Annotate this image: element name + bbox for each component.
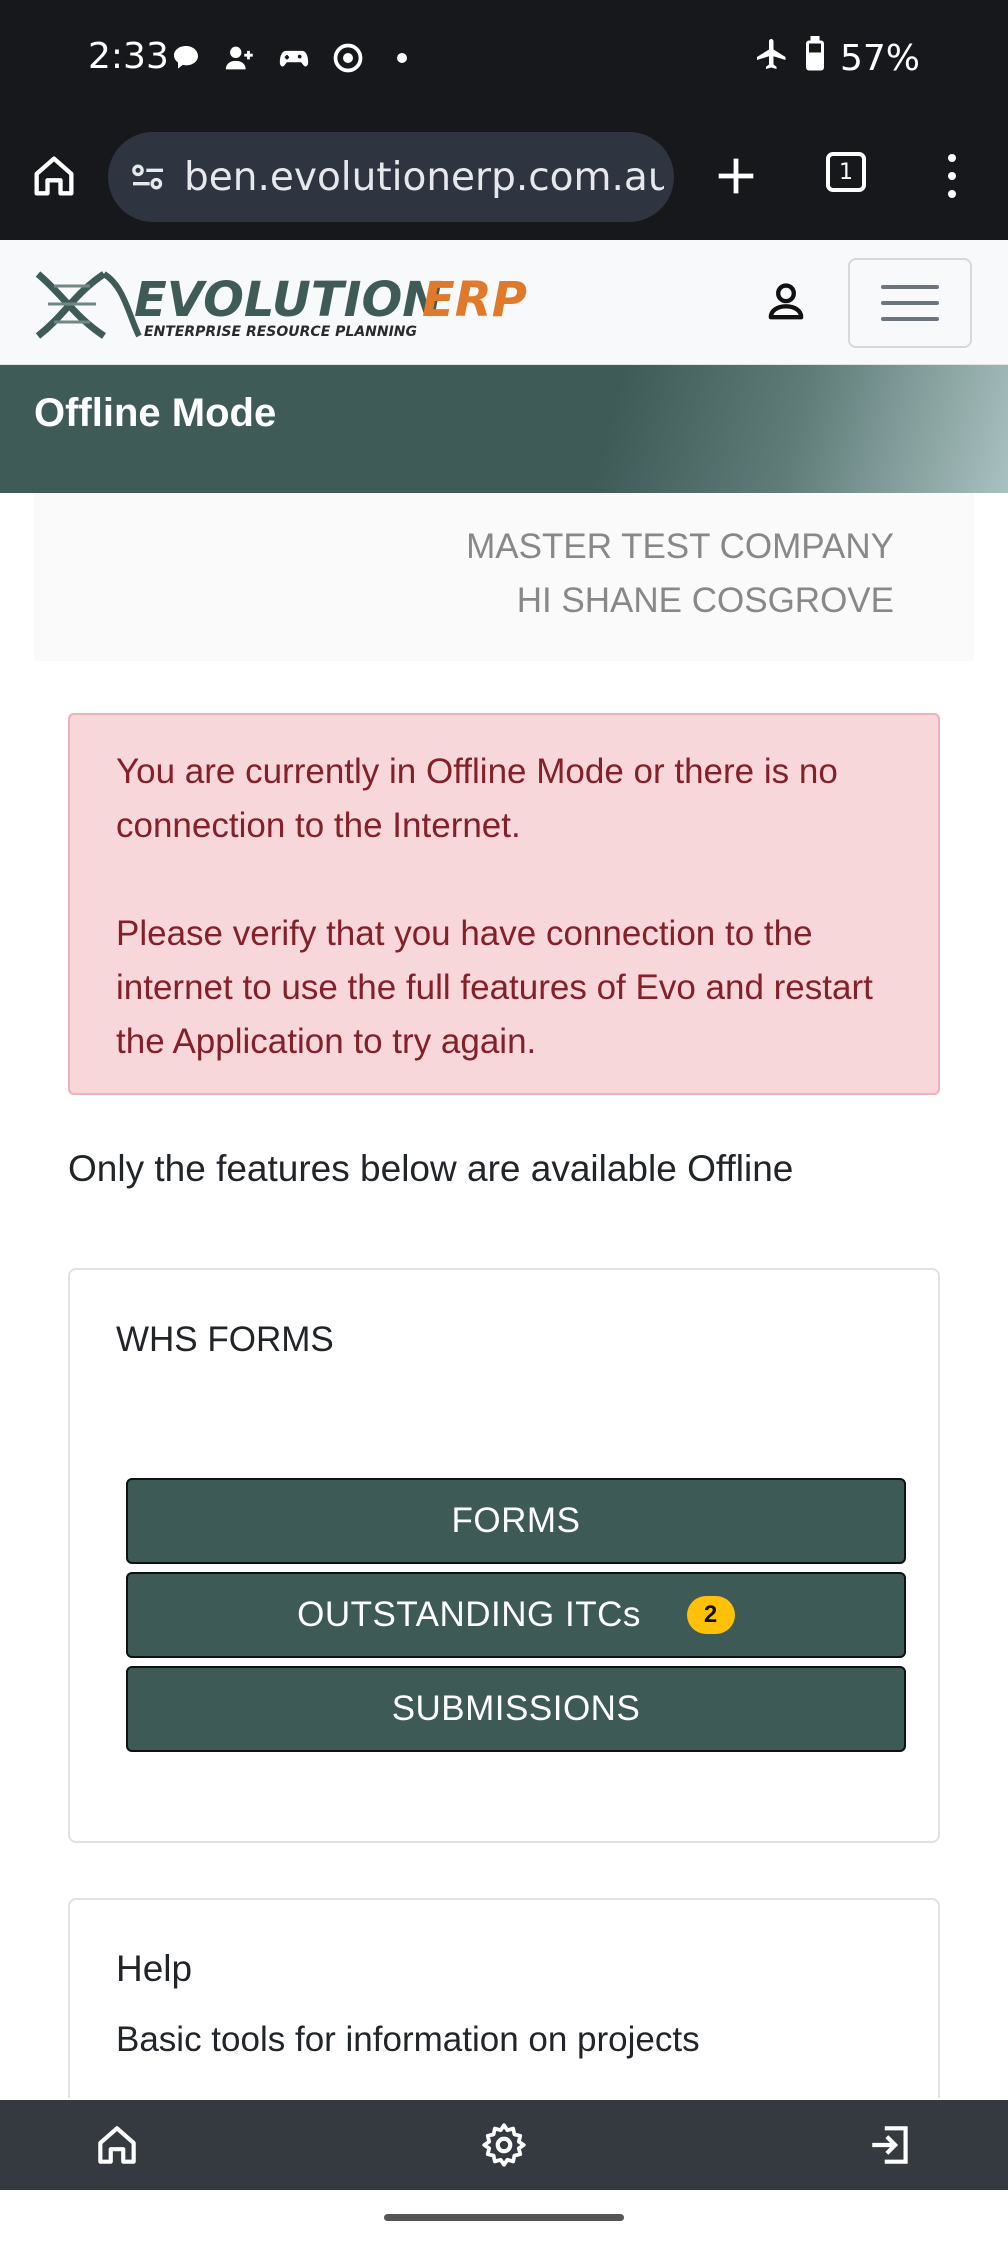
submissions-button[interactable]: SUBMISSIONS (126, 1666, 906, 1752)
alert-message-1: You are currently in Offline Mode or the… (116, 752, 838, 845)
user-account-icon[interactable] (760, 276, 812, 328)
logo-main-text: EVOLUTION (134, 272, 442, 328)
status-bar: 2:33 57% (0, 0, 1008, 112)
home-icon[interactable] (28, 150, 80, 202)
bottom-navigation (0, 2100, 1008, 2190)
card-description: Basic tools for information on projects (116, 2020, 700, 2059)
outstanding-itcs-button[interactable]: OUTSTANDING ITCs 2 (126, 1572, 906, 1658)
gesture-area (0, 2190, 1008, 2244)
evolution-erp-logo[interactable]: EVOLUTION ERP ENTERPRISE RESOURCE PLANNI… (34, 266, 534, 342)
logo-tagline-text: ENTERPRISE RESOURCE PLANNING (144, 324, 417, 340)
alert-message-2: Please verify that you have connection t… (116, 914, 873, 1061)
browser-toolbar: ben.evolutionerp.com.au/ 1 (0, 112, 1008, 240)
more-vert-icon[interactable] (940, 148, 964, 204)
logo-accent-text: ERP (422, 272, 527, 328)
hamburger-line (881, 317, 939, 321)
card-title: WHS FORMS (116, 1320, 334, 1359)
page-title: Offline Mode (34, 391, 277, 435)
gamepad-icon (276, 40, 312, 76)
tune-icon[interactable] (128, 157, 168, 197)
logout-icon[interactable] (866, 2120, 916, 2170)
button-label: OUTSTANDING ITCs (297, 1595, 641, 1634)
offline-alert: You are currently in Offline Mode or the… (68, 713, 940, 1095)
battery-icon (804, 36, 826, 81)
airplane-icon (754, 36, 790, 81)
card-title: Help (116, 1948, 193, 1989)
battery-percent: 57% (839, 38, 920, 79)
section-heading: Only the features below are available Of… (68, 1148, 794, 1189)
status-notification-icons (168, 40, 420, 76)
company-name: MASTER TEST COMPANY (466, 527, 894, 566)
whs-forms-card: WHS FORMS FORMS OUTSTANDING ITCs 2 SUBMI… (68, 1268, 940, 1843)
button-label: SUBMISSIONS (391, 1689, 641, 1728)
hamburger-line (881, 285, 939, 289)
forms-button[interactable]: FORMS (126, 1478, 906, 1564)
tabs-icon[interactable]: 1 (826, 152, 866, 192)
address-bar[interactable]: ben.evolutionerp.com.au/ (108, 132, 674, 222)
url-text[interactable]: ben.evolutionerp.com.au/ (184, 155, 664, 200)
gesture-handle[interactable] (384, 2214, 624, 2221)
status-time: 2:33 (88, 36, 169, 77)
hamburger-line (881, 301, 939, 305)
button-label: FORMS (451, 1501, 581, 1540)
dot-icon (384, 40, 420, 76)
count-badge: 2 (686, 1596, 735, 1634)
menu-toggle-button[interactable] (848, 258, 972, 348)
home-icon[interactable] (92, 2120, 142, 2170)
person-add-icon (222, 40, 258, 76)
settings-icon[interactable] (479, 2120, 529, 2170)
help-card: Help Basic tools for information on proj… (68, 1898, 940, 2098)
chrome-icon (330, 40, 366, 76)
app-navbar: EVOLUTION ERP ENTERPRISE RESOURCE PLANNI… (0, 240, 1008, 365)
dna-helix-icon (35, 271, 142, 339)
page-banner: Offline Mode (0, 365, 1008, 493)
chat-bubble-icon (168, 40, 204, 76)
company-info: MASTER TEST COMPANY HI SHANE COSGROVE (34, 493, 974, 661)
user-greeting: HI SHANE COSGROVE (516, 581, 894, 620)
plus-icon[interactable] (710, 150, 762, 202)
status-right: 57% (754, 36, 920, 81)
